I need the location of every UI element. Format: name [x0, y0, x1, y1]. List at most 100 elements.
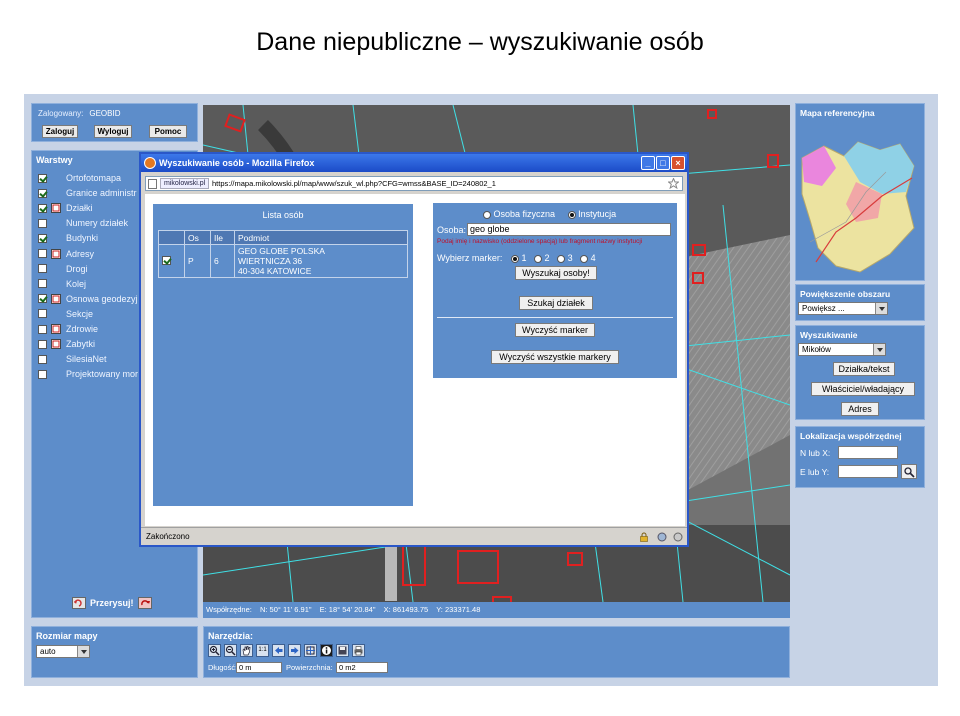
zoom-out-icon[interactable]	[224, 644, 237, 657]
marker-radio-1[interactable]	[510, 254, 519, 263]
layer-checkbox[interactable]	[38, 354, 47, 364]
reload-label[interactable]: Przerysuj!	[90, 598, 134, 608]
marker-radio-4[interactable]	[580, 254, 589, 263]
layer-legend-icon[interactable]	[51, 203, 61, 214]
logout-button[interactable]: Wyloguj	[94, 125, 132, 138]
radio-person[interactable]	[483, 210, 491, 219]
full-extent-icon[interactable]	[304, 644, 317, 657]
layer-checkbox[interactable]	[38, 294, 47, 304]
reload-icon[interactable]	[72, 597, 86, 609]
marker-3-label: 3	[567, 253, 573, 263]
layer-checkbox[interactable]	[38, 264, 47, 274]
popup-titlebar[interactable]: Wyszukiwanie osób - Mozilla Firefox _ □ …	[141, 154, 687, 172]
print-icon[interactable]	[352, 644, 365, 657]
layer-checkbox[interactable]	[38, 173, 47, 183]
row-podmiot-line: 40-304 KATOWICE	[238, 266, 312, 276]
layer-item[interactable]: Sekcje	[38, 307, 93, 321]
url-text[interactable]: https://mapa.mikolowski.pl/map/www/szuk_…	[212, 177, 496, 190]
parcel-text-button[interactable]: Działka/tekst	[833, 362, 895, 376]
pan-hand-icon[interactable]	[240, 644, 253, 657]
chevron-down-icon	[77, 646, 89, 657]
find-persons-button[interactable]: Wyszukaj osoby!	[515, 266, 597, 280]
layer-item[interactable]: SilesiaNet	[38, 352, 107, 366]
search-select[interactable]: Mikołów	[798, 343, 886, 356]
minimize-icon[interactable]: _	[641, 156, 655, 170]
chevron-down-icon	[875, 303, 887, 314]
layer-checkbox[interactable]	[38, 369, 47, 379]
save-icon[interactable]	[336, 644, 349, 657]
scale-one-to-one-icon[interactable]: 1:1	[256, 644, 269, 657]
layer-item[interactable]: Numery działek	[38, 216, 128, 230]
layer-checkbox[interactable]	[38, 233, 47, 243]
arrow-right-icon[interactable]	[288, 644, 301, 657]
login-panel: Zalogowany: GEOBID Zaloguj Wyloguj Pomoc	[31, 103, 198, 142]
login-button[interactable]: Zaloguj	[42, 125, 78, 138]
layer-legend-icon[interactable]	[51, 248, 61, 259]
layer-item[interactable]: Ortofotomapa	[38, 171, 121, 185]
layer-item[interactable]: Granice administr	[38, 186, 137, 200]
radio-person-label[interactable]: Osoba fizyczna	[494, 209, 556, 219]
layer-item[interactable]: Osnowa geodezyj	[38, 292, 138, 306]
clear-marker-button[interactable]: Wyczyść marker	[515, 323, 595, 337]
osoba-label: Osoba:	[437, 225, 467, 235]
layer-checkbox[interactable]	[38, 279, 47, 289]
coords-e: E: 18° 54' 20.84"	[319, 605, 376, 614]
layer-legend-icon[interactable]	[51, 339, 61, 350]
layer-item[interactable]: Kolej	[38, 277, 86, 291]
layer-item[interactable]: Projektowany mor	[38, 367, 138, 381]
layer-item[interactable]: Zdrowie	[38, 322, 98, 336]
site-badge[interactable]: mikolowski.pl	[160, 178, 210, 189]
length-field[interactable]: 0 m	[236, 662, 282, 673]
layer-item[interactable]: Budynki	[38, 231, 98, 245]
radio-institution[interactable]	[567, 210, 576, 219]
e-input[interactable]	[838, 465, 898, 478]
area-field[interactable]: 0 m2	[336, 662, 388, 673]
zoom-in-icon[interactable]	[208, 644, 221, 657]
maximize-icon[interactable]: □	[656, 156, 670, 170]
layer-checkbox[interactable]	[38, 218, 47, 228]
marker-radio-2[interactable]	[534, 254, 542, 263]
table-row[interactable]: P 6 GEO GLOBE POLSKA WIERTNICZA 36 40-30…	[158, 244, 408, 278]
layer-checkbox[interactable]	[38, 339, 47, 349]
chevron-down-icon	[873, 344, 885, 355]
layer-checkbox[interactable]	[38, 324, 47, 334]
osoba-input[interactable]: geo globe	[467, 223, 671, 236]
reference-map-panel: Mapa referencyjna	[795, 103, 925, 281]
zoom-area-select[interactable]: Powiększ ...	[798, 302, 888, 315]
refresh-icon[interactable]	[137, 597, 152, 609]
marker-radio-3[interactable]	[557, 254, 566, 263]
layer-label: Zdrowie	[66, 324, 99, 334]
map-size-select[interactable]: auto	[36, 645, 90, 658]
row-checkbox[interactable]	[162, 255, 171, 265]
results-table: Os Ile Podmiot P 6 GEO GLOBE POLSKA WIER…	[158, 230, 408, 278]
star-icon[interactable]	[668, 178, 679, 189]
layer-item[interactable]: Adresy	[38, 247, 94, 261]
search-icon[interactable]	[901, 464, 917, 479]
layer-item[interactable]: Zabytki	[38, 337, 95, 351]
search-parcels-button[interactable]: Szukaj działek	[519, 296, 593, 310]
arrow-left-icon[interactable]	[272, 644, 285, 657]
person-list-panel: Lista osób Os Ile Podmiot P 6 GEO GLOBE …	[153, 204, 413, 506]
osoba-hint: Podaj imię i nazwisko (oddzielone spacją…	[437, 238, 643, 245]
reference-map[interactable]	[796, 122, 924, 282]
radio-institution-label[interactable]: Instytucja	[578, 209, 616, 219]
layer-item[interactable]: Drogi	[38, 262, 88, 276]
layer-checkbox[interactable]	[38, 188, 47, 198]
url-bar[interactable]: mikolowski.pl https://mapa.mikolowski.pl…	[145, 176, 683, 191]
length-label: Długość:	[208, 663, 238, 672]
close-icon[interactable]: ×	[671, 156, 685, 170]
clear-all-markers-button[interactable]: Wyczyść wszystkie markery	[491, 350, 619, 364]
layer-legend-icon[interactable]	[51, 324, 61, 334]
owner-button[interactable]: Właściciel/władający	[811, 382, 915, 396]
network-icon	[657, 532, 667, 542]
help-button[interactable]: Pomoc	[149, 125, 187, 138]
address-button[interactable]: Adres	[841, 402, 879, 416]
divider	[437, 317, 673, 318]
layer-checkbox[interactable]	[38, 309, 47, 319]
layer-legend-icon[interactable]	[51, 293, 61, 304]
layer-checkbox[interactable]	[38, 203, 47, 213]
layer-item[interactable]: Działki	[38, 201, 93, 215]
layer-checkbox[interactable]	[38, 249, 47, 258]
n-input[interactable]	[838, 446, 898, 459]
info-icon[interactable]	[320, 644, 333, 657]
